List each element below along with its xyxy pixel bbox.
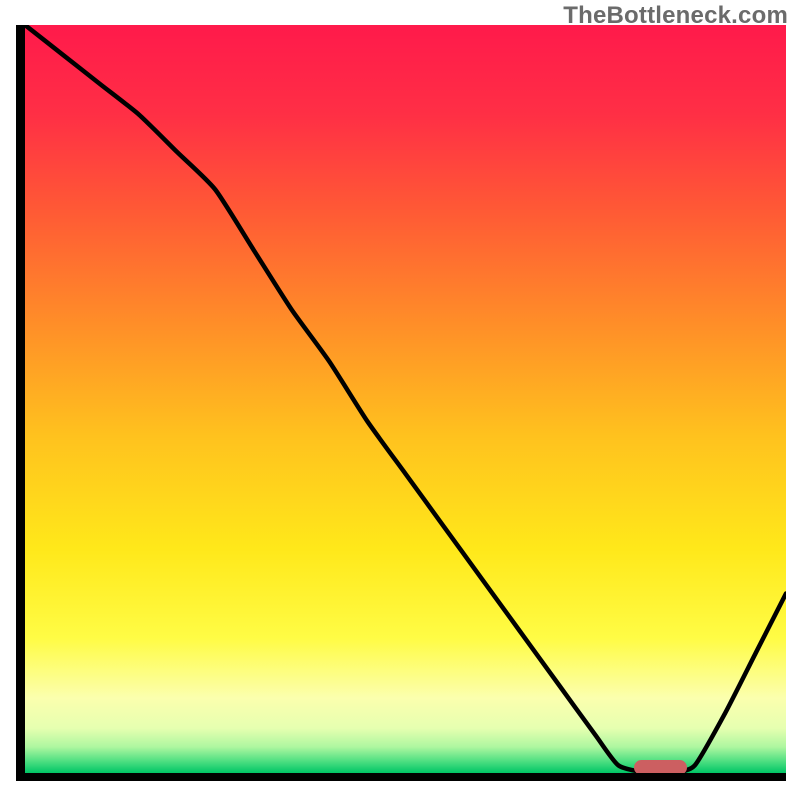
bottleneck-curve-line xyxy=(25,25,786,773)
optimal-range-marker xyxy=(634,760,687,773)
x-axis xyxy=(16,773,786,781)
plot-area xyxy=(25,25,786,773)
y-axis xyxy=(16,25,25,780)
bottleneck-chart: TheBottleneck.com xyxy=(0,0,800,800)
curve-layer xyxy=(25,25,786,773)
